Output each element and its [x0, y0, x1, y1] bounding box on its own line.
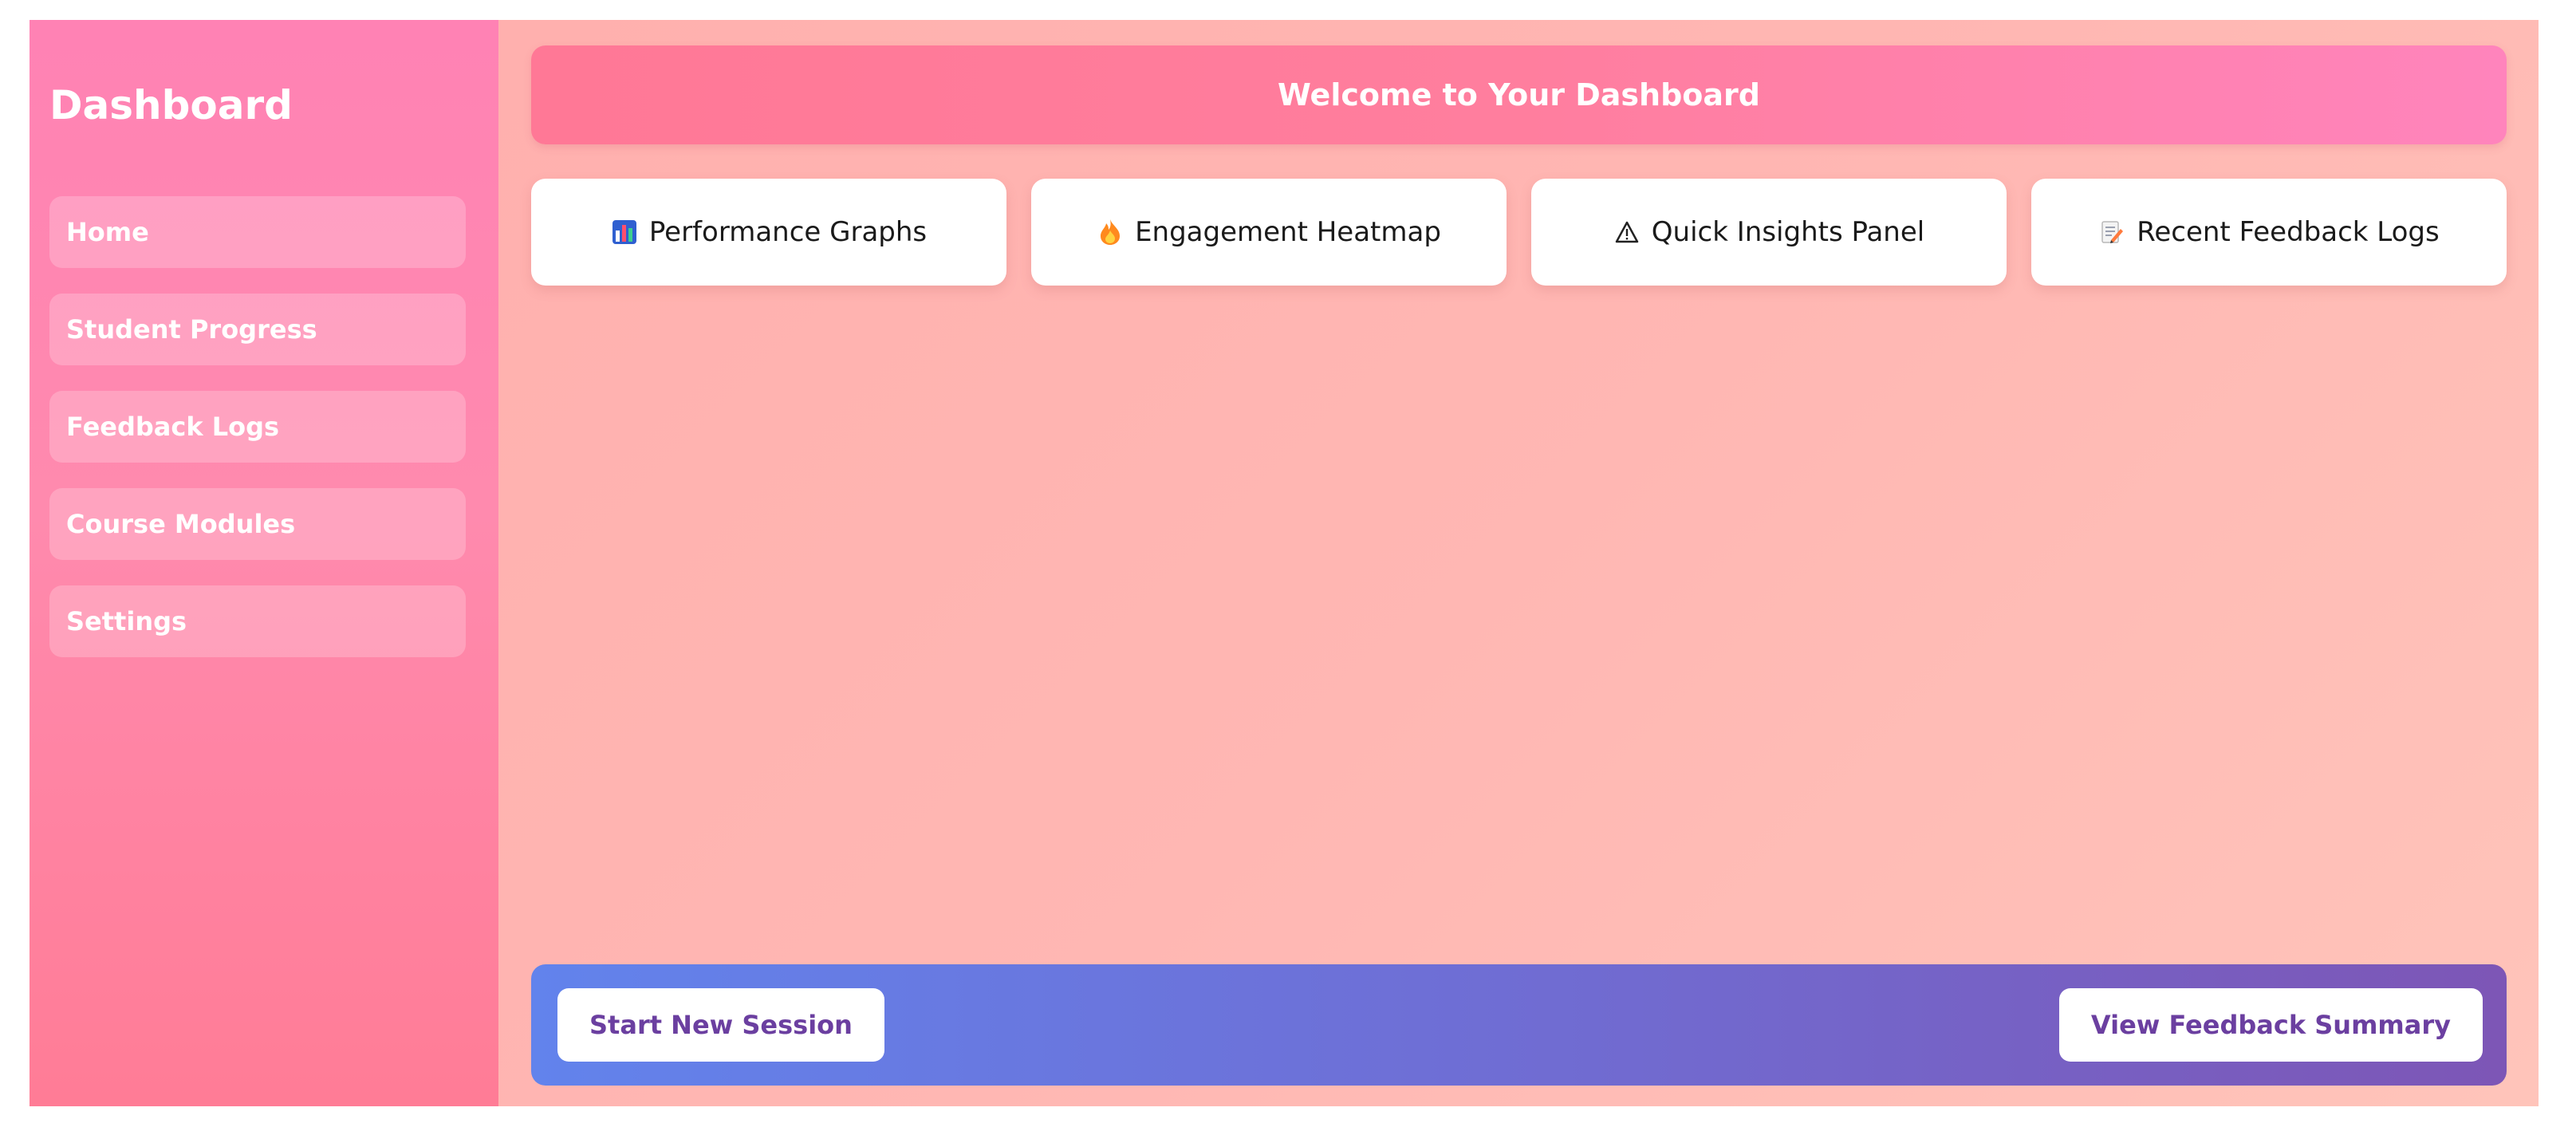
view-feedback-summary-button[interactable]: View Feedback Summary	[2058, 988, 2483, 1062]
welcome-header: Welcome to Your Dashboard	[531, 45, 2507, 144]
sidebar-item-course-modules[interactable]: Course Modules	[49, 488, 466, 560]
card-recent-feedback[interactable]: Recent Feedback Logs	[2031, 179, 2507, 286]
sidebar-nav: Home Student Progress Feedback Logs Cour…	[49, 196, 466, 683]
widget-cards: Performance Graphs Engagement Heatmap Qu…	[531, 179, 2507, 286]
card-engagement-heatmap[interactable]: Engagement Heatmap	[1031, 179, 1507, 286]
sidebar-item-student-progress[interactable]: Student Progress	[49, 294, 466, 365]
sidebar-item-settings[interactable]: Settings	[49, 585, 466, 657]
warning-icon	[1613, 219, 1641, 246]
bar-chart-icon	[611, 219, 638, 246]
dashboard-app: Dashboard Home Student Progress Feedback…	[30, 20, 2539, 1106]
fire-icon	[1097, 219, 1124, 246]
card-label: Recent Feedback Logs	[2137, 216, 2440, 248]
sidebar-item-home[interactable]: Home	[49, 196, 466, 268]
action-bar: Start New Session View Feedback Summary	[531, 964, 2507, 1086]
start-new-session-button[interactable]: Start New Session	[557, 988, 884, 1062]
card-label: Engagement Heatmap	[1135, 216, 1441, 248]
sidebar-title: Dashboard	[49, 82, 293, 128]
sidebar-item-feedback-logs[interactable]: Feedback Logs	[49, 391, 466, 463]
card-performance-graphs[interactable]: Performance Graphs	[531, 179, 1006, 286]
memo-icon	[2098, 219, 2125, 246]
main-content: Welcome to Your Dashboard Performance Gr…	[498, 20, 2539, 1106]
sidebar: Dashboard Home Student Progress Feedback…	[30, 20, 498, 1106]
page-title: Welcome to Your Dashboard	[1278, 77, 1760, 112]
card-label: Performance Graphs	[648, 216, 928, 248]
card-label: Quick Insights Panel	[1651, 216, 1925, 248]
card-quick-insights[interactable]: Quick Insights Panel	[1531, 179, 2007, 286]
